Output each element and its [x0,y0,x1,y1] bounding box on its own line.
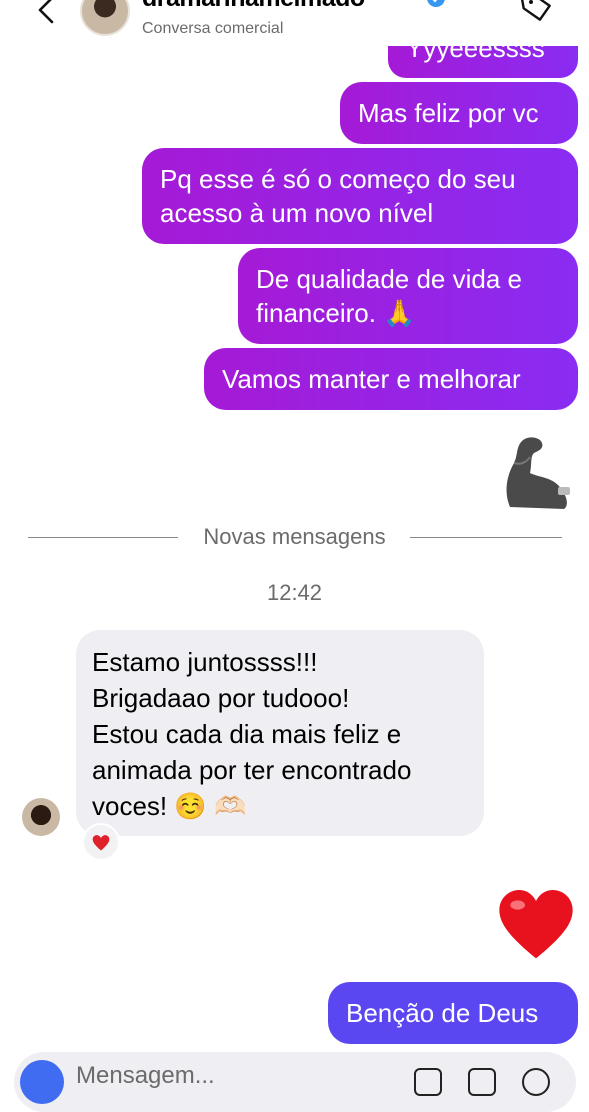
message-text-line: animada por ter encontrado [92,755,412,785]
avatar[interactable] [80,0,130,36]
new-messages-divider: Novas mensagens [203,524,386,549]
reaction-badge[interactable] [82,823,120,861]
message-bubble-outgoing[interactable]: De qualidade de vida e financeiro. 🙏 [238,248,578,344]
message-text-line: voces! ☺️ 🫶🏻 [92,791,247,821]
timestamp: 12:42 [266,580,323,605]
sticker-icon[interactable] [468,1068,496,1096]
message-bubble-outgoing[interactable]: Benção de Deus [328,982,578,1044]
heart-reaction-icon [92,835,110,851]
message-text-line: financeiro. 🙏 [256,298,416,328]
gallery-icon[interactable] [414,1068,442,1096]
heart-emoji[interactable] [496,885,576,965]
message-text-line: acesso à um novo nível [160,198,434,228]
message-text: Mas feliz por vc [358,98,539,128]
message-text: Benção de Deus [346,998,539,1028]
message-bubble-outgoing[interactable]: Vamos manter e melhorar [204,348,578,410]
flexed-biceps-emoji[interactable] [500,433,578,513]
message-input[interactable]: Mensagem... [76,1062,215,1090]
message-bubble-outgoing[interactable]: Mas feliz por vc [340,82,578,144]
camera-button[interactable] [20,1060,64,1104]
verified-badge-icon [427,0,445,7]
sender-avatar[interactable] [22,798,60,836]
message-bubble-incoming[interactable]: Estamo juntossss!!! Brigadaao por tudooo… [76,630,484,836]
message-text-line: Brigadaao por tudooo! [92,683,350,713]
tag-icon[interactable] [520,0,554,26]
chat-header: dramarinamelmado Conversa comercial [0,0,589,46]
message-text: Vamos manter e melhorar [222,364,521,394]
contact-subtitle: Conversa comercial [142,20,284,37]
plus-icon[interactable] [522,1068,550,1096]
message-text-line: Estou cada dia mais feliz e [92,719,402,749]
back-arrow-icon[interactable] [34,0,60,26]
message-text-line: De qualidade de vida e [256,264,522,294]
contact-name[interactable]: dramarinamelmado [142,0,365,13]
message-bubble-outgoing[interactable]: Pq esse é só o começo do seu acesso à um… [142,148,578,244]
message-text-line: Estamo juntossss!!! [92,647,318,677]
message-text-line: Pq esse é só o começo do seu [160,164,516,194]
